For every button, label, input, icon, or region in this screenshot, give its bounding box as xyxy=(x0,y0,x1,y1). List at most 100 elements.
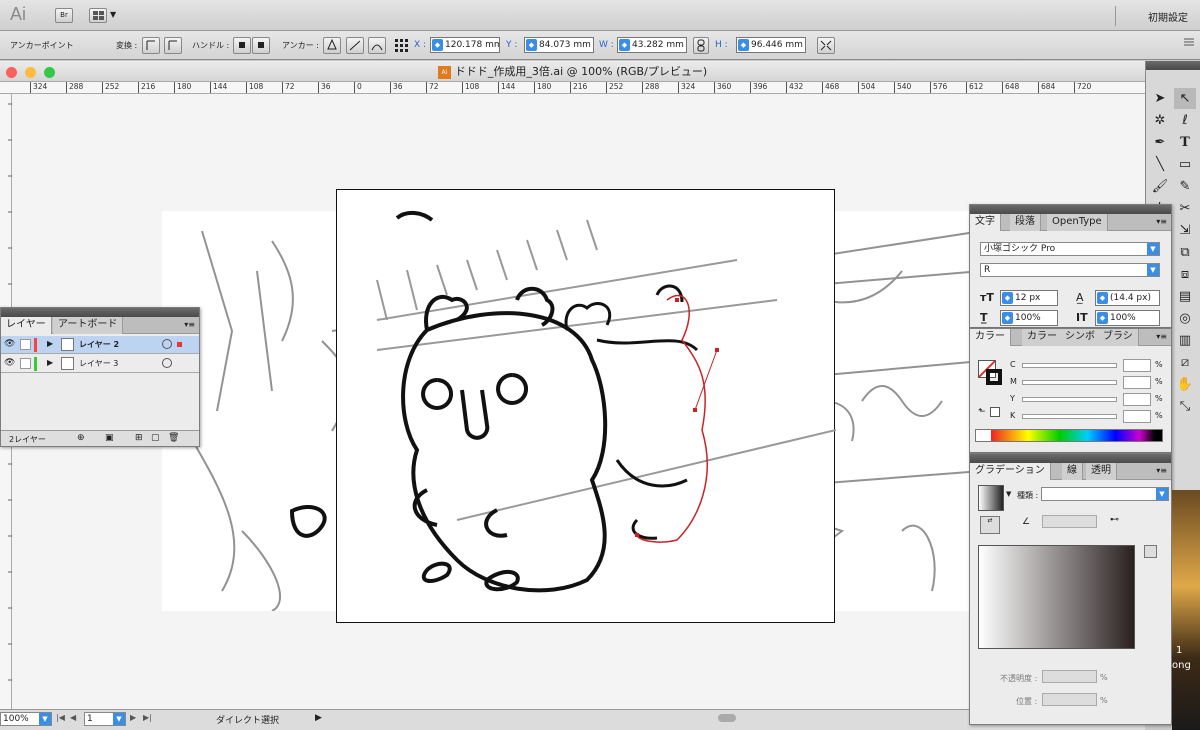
visibility-eye-icon[interactable]: 👁 xyxy=(4,358,15,368)
blend-tool-icon[interactable]: ◎ xyxy=(1174,308,1196,329)
panel-menu-icon[interactable] xyxy=(1183,36,1195,48)
target-circle-icon[interactable] xyxy=(162,339,172,349)
channel-m-field[interactable] xyxy=(1123,376,1151,389)
tab-symbols[interactable]: シンボ xyxy=(1060,329,1101,346)
stepper-icon[interactable]: ◆ xyxy=(1002,312,1013,324)
horizontal-scale-field[interactable]: ◆ 100% xyxy=(1095,310,1160,326)
tab-brushes[interactable]: ブラシ xyxy=(1098,329,1139,346)
horizontal-scrollbar-thumb[interactable] xyxy=(718,714,736,722)
layer-row[interactable]: 👁 ▶ レイヤー 2 xyxy=(1,336,199,354)
minimize-window-button[interactable] xyxy=(25,67,36,78)
next-page-button[interactable]: ▶ xyxy=(130,713,136,722)
delete-stop-icon[interactable] xyxy=(1144,545,1157,558)
cut-path-button[interactable] xyxy=(368,37,386,54)
convert-smooth-button[interactable] xyxy=(164,37,182,54)
stepper-icon[interactable]: ◆ xyxy=(738,39,749,51)
expand-triangle-icon[interactable]: ▶ xyxy=(47,358,53,367)
new-layer-icon[interactable]: ▢ xyxy=(151,433,160,443)
tab-color-guide[interactable]: カラー xyxy=(1022,329,1063,346)
angle-field[interactable] xyxy=(1042,515,1097,528)
free-transform-tool-icon[interactable]: ⧉ xyxy=(1174,242,1196,263)
bridge-button[interactable]: Br xyxy=(55,8,73,23)
lock-toggle[interactable] xyxy=(20,339,31,350)
font-family-select[interactable]: 小塚ゴシック Pro ▼ xyxy=(980,242,1160,256)
pencil-tool-icon[interactable]: ✎ xyxy=(1174,176,1196,197)
visibility-eye-icon[interactable]: 👁 xyxy=(4,339,15,349)
reset-colors-icon[interactable]: ⬑ xyxy=(978,407,986,417)
locate-object-icon[interactable]: ⊕ xyxy=(77,433,85,443)
panel-header[interactable] xyxy=(970,205,1171,214)
gradient-thumbnail[interactable] xyxy=(978,485,1004,511)
swap-fill-stroke-icon[interactable]: ⤡ xyxy=(1174,396,1196,417)
horizontal-ruler[interactable]: 324 288 252 216 180 144 108 72 36 0 36 72 108 144 180 2… xyxy=(0,82,1145,94)
rectangle-tool-icon[interactable]: ▭ xyxy=(1174,154,1196,175)
vertical-scale-field[interactable]: ◆ 100% xyxy=(1000,310,1058,326)
zoom-select[interactable]: 100% ▼ xyxy=(0,712,52,726)
font-size-field[interactable]: ◆ 12 px xyxy=(1000,290,1058,306)
panel-header[interactable] xyxy=(1,308,199,317)
layer-name[interactable]: レイヤー 2 xyxy=(79,339,119,350)
gradient-tool-icon[interactable]: ▤ xyxy=(1174,286,1196,307)
tab-transparency[interactable]: 透明 xyxy=(1086,463,1117,480)
connect-anchor-button[interactable] xyxy=(346,37,364,54)
tab-character[interactable]: 文字 xyxy=(970,214,1001,231)
panel-menu-icon[interactable]: ▾≡ xyxy=(1156,332,1167,341)
new-sublayer-icon[interactable]: ⊞ xyxy=(135,433,143,443)
line-tool-icon[interactable]: ╲ xyxy=(1149,154,1171,175)
y-field[interactable]: ◆ 84.073 mm xyxy=(524,37,594,53)
panel-header[interactable] xyxy=(970,454,1171,463)
channel-c-slider[interactable] xyxy=(1022,363,1117,368)
stepper-icon[interactable]: ◆ xyxy=(526,39,537,51)
reverse-gradient-button[interactable]: ⇄ xyxy=(980,516,1000,534)
lock-toggle[interactable] xyxy=(20,358,31,369)
show-handles-button[interactable] xyxy=(233,37,251,54)
first-page-button[interactable]: |◀ xyxy=(56,713,65,722)
stepper-icon[interactable]: ◆ xyxy=(1097,312,1108,324)
lasso-tool-icon[interactable]: ℓ xyxy=(1174,110,1196,131)
panel-menu-icon[interactable]: ▾≡ xyxy=(184,320,195,329)
tab-artboards[interactable]: アートボード xyxy=(53,317,124,334)
color-spectrum-bar[interactable] xyxy=(975,429,1163,442)
expand-triangle-icon[interactable]: ▶ xyxy=(47,339,53,348)
channel-m-slider[interactable] xyxy=(1022,380,1117,385)
selection-tool-icon[interactable]: ➤ xyxy=(1149,88,1171,109)
workspace-switcher[interactable]: 初期設定 xyxy=(1148,9,1188,24)
artboard[interactable] xyxy=(336,189,837,623)
hand-tool-icon[interactable]: ✋ xyxy=(1174,374,1196,395)
selection-indicator[interactable] xyxy=(177,342,182,347)
stroke-swatch[interactable] xyxy=(986,369,1002,385)
scale-tool-icon[interactable]: ⇲ xyxy=(1174,220,1196,241)
x-field[interactable]: ◆ 120.178 mm xyxy=(430,37,500,53)
reference-point-icon[interactable] xyxy=(394,38,408,52)
last-page-button[interactable]: ▶| xyxy=(143,713,152,722)
hide-handles-button[interactable] xyxy=(252,37,270,54)
channel-k-slider[interactable] xyxy=(1022,414,1117,419)
perspective-grid-tool-icon[interactable]: ⧈ xyxy=(1174,264,1196,285)
tab-stroke[interactable]: 線 xyxy=(1062,463,1083,480)
height-field[interactable]: ◆ 96.446 mm xyxy=(736,37,806,53)
layer-name[interactable]: レイヤー 3 xyxy=(79,358,118,369)
remove-anchor-button[interactable] xyxy=(323,37,341,54)
channel-y-field[interactable] xyxy=(1123,393,1151,406)
chevron-down-icon[interactable]: ▼ xyxy=(110,10,116,19)
panel-header[interactable] xyxy=(1146,61,1200,70)
tab-gradient[interactable]: グラデーション xyxy=(970,463,1051,480)
font-style-select[interactable]: R ▼ xyxy=(980,263,1160,277)
channel-y-slider[interactable] xyxy=(1022,397,1117,402)
white-swatch[interactable] xyxy=(990,407,1000,417)
page-select[interactable]: 1 ▼ xyxy=(84,712,126,726)
stepper-icon[interactable]: ◆ xyxy=(1097,292,1108,304)
status-menu-arrow[interactable]: ▶ xyxy=(315,713,322,723)
chevron-down-icon[interactable]: ▼ xyxy=(1006,490,1011,498)
previous-page-button[interactable]: ◀ xyxy=(70,713,76,722)
tab-color[interactable]: カラー xyxy=(970,329,1011,346)
clipping-mask-icon[interactable]: ▣ xyxy=(105,433,114,443)
stepper-icon[interactable]: ◆ xyxy=(432,39,443,51)
gradient-preview[interactable] xyxy=(978,545,1135,649)
panel-menu-icon[interactable]: ▾≡ xyxy=(1156,217,1167,226)
target-circle-icon[interactable] xyxy=(162,358,172,368)
constrain-proportions-button[interactable] xyxy=(693,37,709,54)
direct-selection-tool-icon[interactable]: ↖ xyxy=(1174,88,1196,109)
gradient-type-select[interactable]: ▼ xyxy=(1041,487,1169,501)
channel-c-field[interactable] xyxy=(1123,359,1151,372)
